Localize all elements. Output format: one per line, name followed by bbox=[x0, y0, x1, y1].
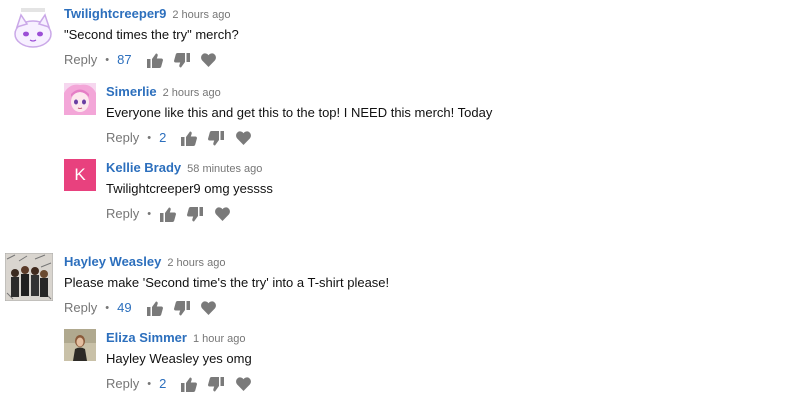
comment-text: Hayley Weasley yes omg bbox=[106, 351, 252, 366]
thumbs-up-icon[interactable] bbox=[180, 129, 198, 147]
reply-comment: Eliza Simmer 1 hour ago Hayley Weasley ye… bbox=[64, 329, 764, 392]
thumbs-down-icon[interactable] bbox=[207, 375, 225, 393]
comment-author[interactable]: Eliza Simmer bbox=[106, 330, 187, 345]
comment-author[interactable]: Simerlie bbox=[106, 84, 157, 99]
avatar[interactable] bbox=[64, 83, 96, 115]
comment-author[interactable]: Twilightcreeper9 bbox=[64, 6, 166, 21]
thumbs-up-icon[interactable] bbox=[180, 375, 198, 393]
reply-button[interactable]: Reply bbox=[106, 203, 139, 225]
thumbs-down-icon[interactable] bbox=[173, 299, 191, 317]
thumbs-up-icon[interactable] bbox=[146, 51, 164, 69]
avatar[interactable] bbox=[64, 329, 96, 361]
reply-button[interactable]: Reply bbox=[106, 127, 139, 149]
thumbs-down-icon[interactable] bbox=[186, 205, 204, 223]
comment-author[interactable]: Hayley Weasley bbox=[64, 254, 161, 269]
reply-button[interactable]: Reply bbox=[64, 49, 97, 71]
reply-comment: Simerlie 2 hours ago Everyone like this a… bbox=[64, 83, 764, 146]
comment-time[interactable]: 58 minutes ago bbox=[187, 163, 262, 175]
heart-icon[interactable] bbox=[234, 375, 252, 393]
heart-icon[interactable] bbox=[200, 51, 218, 69]
thumbs-down-icon[interactable] bbox=[207, 129, 225, 147]
reply-button[interactable]: Reply bbox=[64, 297, 97, 319]
comment-time[interactable]: 2 hours ago bbox=[163, 87, 221, 99]
reply-comment: K Kellie Brady 58 minutes ago Twilightcre… bbox=[64, 159, 764, 222]
avatar[interactable]: K bbox=[64, 159, 96, 191]
thumbs-up-icon[interactable] bbox=[159, 205, 177, 223]
comment-author[interactable]: Kellie Brady bbox=[106, 160, 181, 175]
like-count: 2 bbox=[159, 376, 167, 391]
heart-icon[interactable] bbox=[234, 129, 252, 147]
avatar[interactable] bbox=[5, 253, 53, 301]
comment-time[interactable]: 2 hours ago bbox=[167, 257, 225, 269]
comment-thread: Hayley Weasley 2 hours ago Please make 'S… bbox=[5, 253, 765, 319]
comment-thread: Twilightcreeper9 2 hours ago "Second time… bbox=[9, 5, 769, 71]
heart-icon[interactable] bbox=[200, 299, 218, 317]
reply-button[interactable]: Reply bbox=[106, 373, 139, 395]
separator-dot: • bbox=[105, 302, 110, 314]
separator-dot: • bbox=[105, 54, 110, 66]
heart-icon[interactable] bbox=[213, 205, 231, 223]
comment-text: "Second times the try" merch? bbox=[64, 27, 239, 42]
comment-time[interactable]: 1 hour ago bbox=[193, 333, 246, 345]
like-count: 49 bbox=[117, 300, 132, 315]
separator-dot: • bbox=[147, 378, 152, 390]
thumbs-down-icon[interactable] bbox=[173, 51, 191, 69]
comment-text: Twilightcreeper9 omg yessss bbox=[106, 181, 273, 196]
avatar[interactable] bbox=[9, 5, 57, 53]
comment-text: Please make 'Second time's the try' into… bbox=[64, 275, 390, 290]
comment-time[interactable]: 2 hours ago bbox=[172, 9, 230, 21]
comment-text: Everyone like this and get this to the t… bbox=[106, 105, 493, 120]
separator-dot: • bbox=[147, 132, 152, 144]
like-count: 87 bbox=[117, 52, 132, 67]
thumbs-up-icon[interactable] bbox=[146, 299, 164, 317]
separator-dot: • bbox=[147, 208, 152, 220]
like-count: 2 bbox=[159, 130, 167, 145]
